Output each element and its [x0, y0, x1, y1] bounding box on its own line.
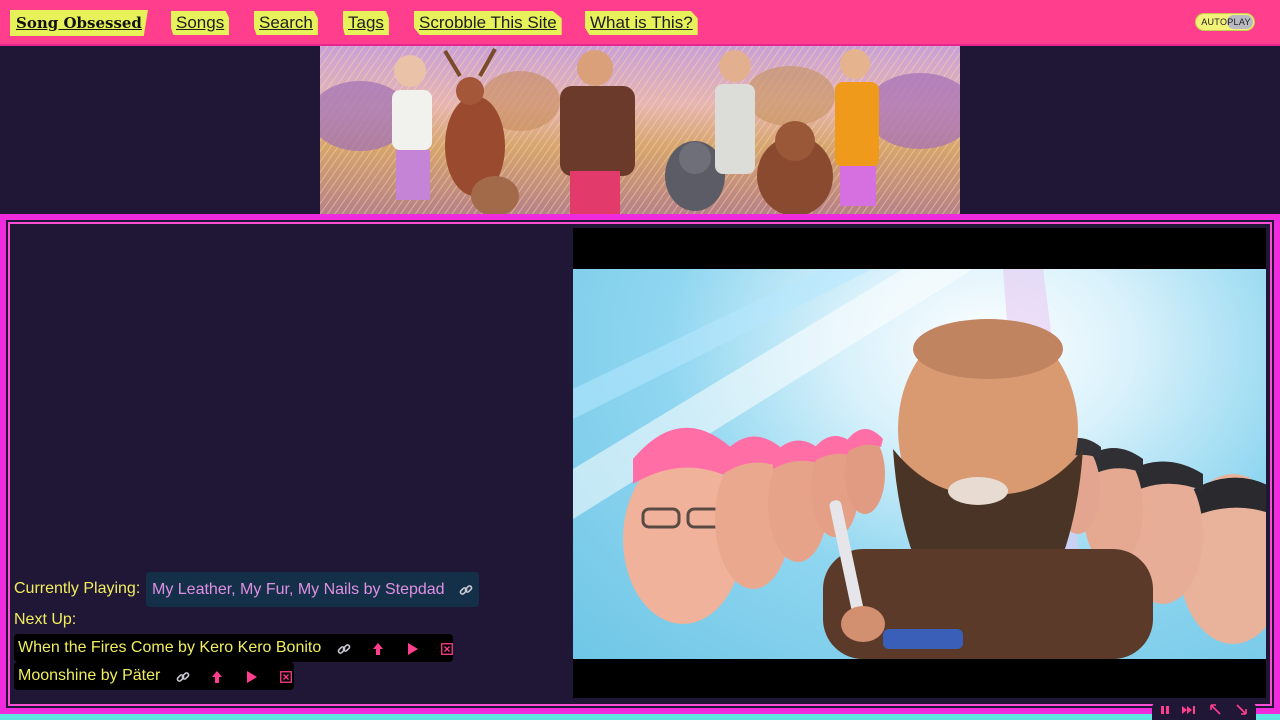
queue-item-link-icon[interactable] — [332, 634, 356, 662]
currently-playing-label: Currently Playing: — [14, 580, 141, 597]
video-player[interactable] — [573, 228, 1266, 698]
queue-item-link-icon[interactable] — [171, 662, 195, 690]
current-track-title[interactable]: My Leather, My Fur, My Nails by Stepdad — [152, 581, 445, 598]
queue-item: When the Fires Come by Kero Kero Bonito — [14, 634, 453, 662]
remove-icon[interactable] — [435, 634, 459, 662]
autoplay-label: AUTOPLAY — [1201, 17, 1251, 27]
nav-link-about[interactable]: What is This? — [585, 11, 698, 35]
pause-icon[interactable] — [1160, 704, 1170, 718]
queue-item-title[interactable]: When the Fires Come by Kero Kero Bonito — [18, 639, 321, 656]
video-frame — [573, 269, 1266, 659]
nav-link-search[interactable]: Search — [254, 11, 318, 35]
bottom-stripe — [0, 714, 1280, 720]
autoplay-toggle[interactable]: AUTOPLAY — [1195, 13, 1255, 31]
next-up-label: Next Up: — [14, 611, 77, 628]
nav-link-scrobble[interactable]: Scrobble This Site — [414, 11, 562, 35]
move-up-icon[interactable] — [205, 662, 229, 690]
nav-link-songs[interactable]: Songs — [171, 11, 230, 35]
current-track: My Leather, My Fur, My Nails by Stepdad — [146, 572, 480, 607]
current-track-link-icon[interactable] — [459, 581, 473, 598]
expand-icon[interactable] — [1210, 704, 1222, 719]
remove-icon[interactable] — [274, 662, 298, 690]
skip-next-icon[interactable] — [1182, 704, 1196, 718]
play-now-icon[interactable] — [401, 634, 425, 662]
top-nav: Song Obsessed Songs Search Tags Scrobble… — [0, 0, 1280, 46]
queue-item: Moonshine by Päter — [14, 662, 294, 690]
queue-item-title[interactable]: Moonshine by Päter — [18, 667, 160, 684]
collapse-icon[interactable] — [1236, 704, 1248, 719]
banner-artwork — [320, 46, 960, 214]
play-now-icon[interactable] — [240, 662, 264, 690]
player-controls — [1152, 702, 1256, 720]
move-up-icon[interactable] — [366, 634, 390, 662]
nav-link-tags[interactable]: Tags — [343, 11, 389, 35]
site-logo-link[interactable]: Song Obsessed — [10, 10, 148, 36]
